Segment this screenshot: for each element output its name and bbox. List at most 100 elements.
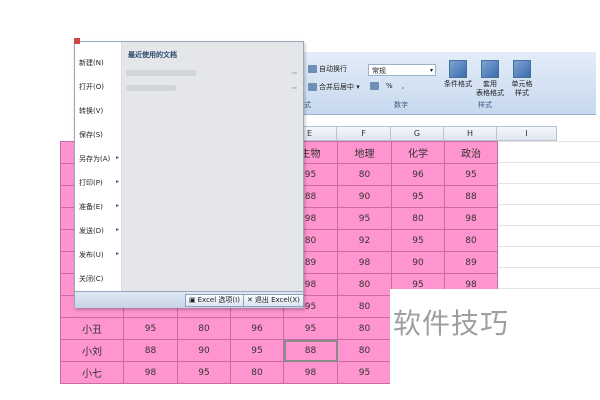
merge-center-label: 合并后居中 ▾: [319, 83, 360, 91]
table-cell[interactable]: 80: [337, 339, 392, 362]
group-number-label: 数字: [394, 101, 408, 109]
column-header-f[interactable]: F: [337, 126, 391, 141]
menu-item-publish-label: 发布(U): [79, 251, 104, 259]
menu-item-save[interactable]: 保存(S): [79, 130, 121, 140]
table-cell[interactable]: 96: [230, 317, 284, 340]
pin-icon[interactable]: ⊸: [291, 69, 297, 77]
selected-cell[interactable]: 88: [283, 339, 338, 362]
table-cell[interactable]: 小丑: [60, 317, 124, 340]
table-cell[interactable]: 90: [337, 185, 392, 208]
recent-document-item[interactable]: [126, 85, 176, 91]
table-cell[interactable]: 80: [337, 163, 392, 186]
table-cell[interactable]: 98: [123, 361, 178, 384]
office-button-edge[interactable]: [74, 38, 80, 44]
table-cell[interactable]: 95: [177, 361, 231, 384]
pin-icon[interactable]: ⊸: [291, 84, 297, 92]
wrap-text-button[interactable]: 自动换行: [308, 64, 347, 74]
cell-style-button[interactable]: 单元格 样式: [508, 60, 536, 98]
table-cell[interactable]: 地理: [337, 141, 392, 164]
table-cell[interactable]: 95: [123, 317, 178, 340]
table-format-icon: [481, 60, 499, 78]
wrap-text-icon: [308, 65, 317, 73]
merge-center-button[interactable]: 合并后居中 ▾: [308, 82, 360, 92]
submenu-arrow-icon: ▸: [115, 250, 119, 257]
table-cell[interactable]: 80: [337, 273, 392, 296]
number-format-value: 常规: [372, 67, 386, 75]
conditional-format-button[interactable]: 条件格式: [444, 60, 472, 89]
table-cell[interactable]: 89: [444, 251, 498, 274]
table-cell[interactable]: 80: [337, 295, 392, 318]
table-cell[interactable]: 98: [337, 251, 392, 274]
table-cell[interactable]: 90: [391, 251, 445, 274]
table-cell[interactable]: 88: [123, 339, 178, 362]
table-cell[interactable]: 80: [444, 229, 498, 252]
table-format-button[interactable]: 套用 表格格式: [476, 60, 504, 98]
table-cell[interactable]: 95: [391, 185, 445, 208]
submenu-arrow-icon: ▸: [115, 226, 119, 233]
table-cell[interactable]: 95: [230, 339, 284, 362]
table-cell[interactable]: 95: [444, 163, 498, 186]
conditional-format-label: 条件格式: [444, 80, 472, 88]
menu-item-new[interactable]: 新建(N): [79, 58, 121, 68]
table-cell[interactable]: 95: [337, 361, 392, 384]
menu-item-print[interactable]: 打印(P) ▸: [79, 178, 121, 188]
table-cell[interactable]: 96: [391, 163, 445, 186]
number-format-dropdown[interactable]: 常规 ▾: [368, 64, 436, 76]
table-cell[interactable]: 95: [391, 229, 445, 252]
table-cell[interactable]: 小七: [60, 361, 124, 384]
menu-item-prepare[interactable]: 准备(E) ▸: [79, 202, 121, 212]
column-header-g[interactable]: G: [391, 126, 444, 141]
percent-label: %: [386, 82, 393, 90]
table-cell[interactable]: 92: [337, 229, 392, 252]
exit-excel-label: 退出 Excel(X): [254, 296, 300, 304]
menu-item-close-label: 关闭(C): [79, 275, 104, 283]
table-cell[interactable]: 小刘: [60, 339, 124, 362]
menu-item-send[interactable]: 发送(D) ▸: [79, 226, 121, 236]
percent-button[interactable]: %: [386, 82, 393, 90]
table-cell[interactable]: 化学: [391, 141, 445, 164]
menu-item-new-label: 新建(N): [79, 59, 104, 67]
table-cell[interactable]: 80: [230, 361, 284, 384]
table-cell[interactable]: 95: [283, 317, 338, 340]
watermark: 软件技巧: [393, 307, 510, 340]
column-header-i[interactable]: I: [497, 126, 557, 141]
table-cell[interactable]: 95: [337, 207, 392, 230]
comma-label: ,: [402, 82, 405, 90]
office-menu-commands: 新建(N) 打开(O) 转换(V) 保存(S) 另存为(A) ▸ 打印(P) ▸ 准…: [75, 42, 122, 291]
cell-style-icon: [513, 60, 531, 78]
menu-item-convert-label: 转换(V): [79, 107, 104, 115]
recent-documents-panel: 最近使用的文档 ⊸ ⊸: [122, 42, 303, 291]
table-cell[interactable]: 80: [337, 317, 392, 340]
empty-column-area[interactable]: [497, 141, 600, 311]
excel-options-button[interactable]: ▣ Excel 选项(I): [185, 294, 244, 307]
chevron-down-icon: ▾: [429, 67, 433, 74]
recent-documents-title: 最近使用的文档: [128, 51, 177, 59]
menu-item-publish[interactable]: 发布(U) ▸: [79, 250, 121, 260]
office-menu: 新建(N) 打开(O) 转换(V) 保存(S) 另存为(A) ▸ 打印(P) ▸ 准…: [74, 41, 304, 308]
table-cell[interactable]: 政治: [444, 141, 498, 164]
recent-document-item[interactable]: [126, 70, 196, 76]
table-cell[interactable]: 98: [444, 207, 498, 230]
table-cell[interactable]: 80: [391, 207, 445, 230]
table-format-label-2: 表格格式: [476, 89, 504, 97]
table-cell[interactable]: 88: [444, 185, 498, 208]
comma-button[interactable]: ,: [402, 82, 404, 90]
menu-item-save-as-label: 另存为(A): [79, 155, 111, 163]
menu-item-open-label: 打开(O): [79, 83, 104, 91]
table-cell[interactable]: 98: [283, 361, 338, 384]
column-header-h[interactable]: H: [444, 126, 497, 141]
menu-item-open[interactable]: 打开(O): [79, 82, 121, 92]
options-icon: ▣: [189, 296, 196, 304]
close-icon: ✕: [247, 296, 253, 304]
exit-excel-button[interactable]: ✕ 退出 Excel(X): [243, 294, 304, 307]
table-cell[interactable]: 80: [177, 317, 231, 340]
menu-item-send-label: 发送(D): [79, 227, 104, 235]
menu-item-print-label: 打印(P): [79, 179, 103, 187]
currency-icon: [370, 82, 379, 90]
currency-button[interactable]: [370, 82, 379, 90]
menu-item-close[interactable]: 关闭(C): [79, 274, 121, 284]
menu-item-convert[interactable]: 转换(V): [79, 106, 121, 116]
table-cell[interactable]: 90: [177, 339, 231, 362]
menu-item-save-label: 保存(S): [79, 131, 103, 139]
menu-item-save-as[interactable]: 另存为(A) ▸: [79, 154, 121, 164]
